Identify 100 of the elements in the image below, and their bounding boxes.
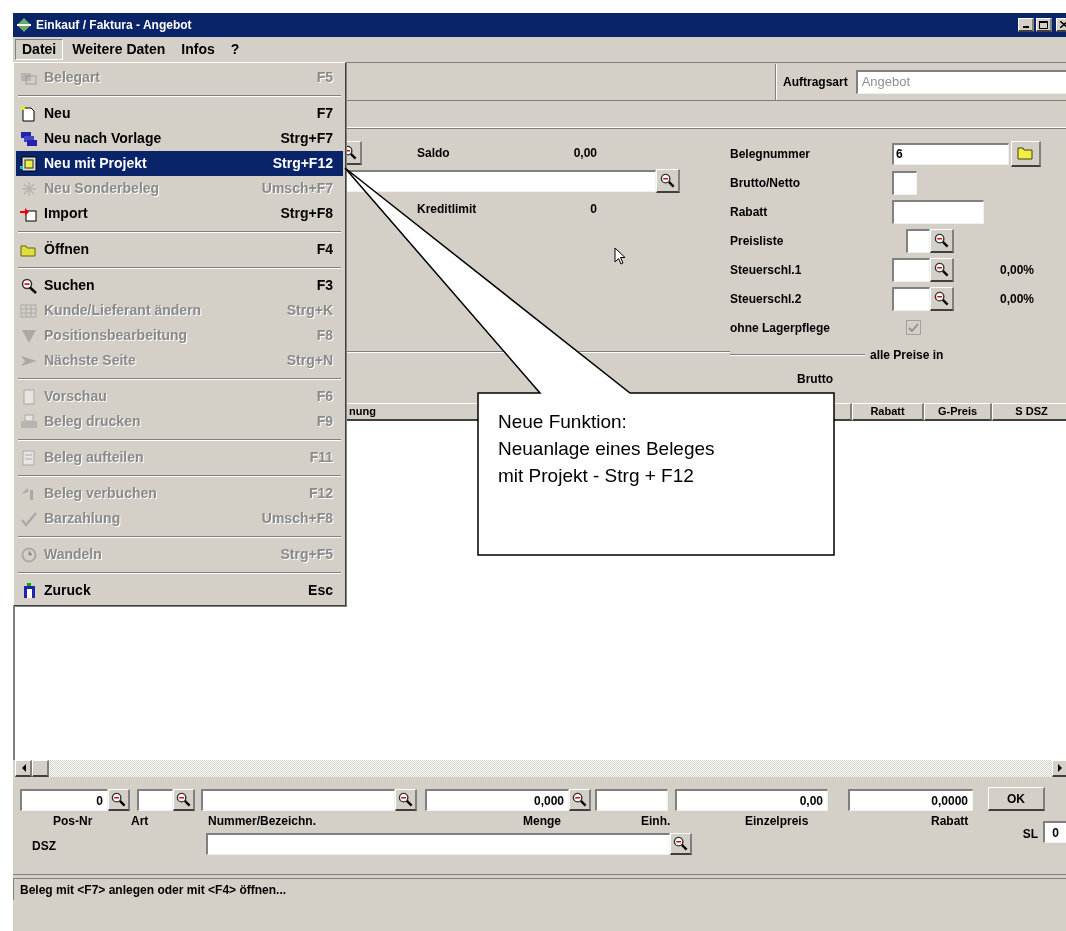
input-field[interactable] — [906, 228, 930, 253]
document-number-field[interactable]: 6 — [892, 142, 1009, 165]
maximize-button[interactable] — [1036, 18, 1052, 32]
column-label: Einh. — [641, 813, 672, 830]
input-field[interactable] — [892, 286, 930, 311]
input-field[interactable] — [137, 789, 173, 811]
search-icon — [111, 792, 126, 807]
search-button[interactable] — [108, 789, 130, 811]
menu-item[interactable]: Neu F7 — [16, 101, 343, 126]
menu-bar-item[interactable]: Infos — [174, 39, 222, 60]
callout-text: Neue Funktion: Neuanlage eines Beleges mit Projekt - Strg + F12 — [498, 410, 715, 488]
left-arrow-icon — [20, 764, 26, 772]
menu-bar-item[interactable]: Weitere Daten — [65, 39, 173, 60]
folder-icon — [1016, 146, 1035, 160]
column-header[interactable]: G-Preis — [924, 403, 992, 421]
table-icon — [20, 302, 38, 319]
search-button[interactable] — [656, 169, 680, 193]
sl-field[interactable]: 0 — [1043, 821, 1066, 843]
open-folder-button[interactable] — [1011, 140, 1041, 167]
balance-value: 0,00 — [572, 145, 597, 162]
page-icon — [20, 388, 38, 405]
search-button[interactable] — [395, 789, 417, 811]
horizontal-scrollbar[interactable] — [15, 760, 1066, 777]
search-icon — [20, 277, 38, 294]
search-icon — [660, 173, 675, 188]
search-icon — [934, 232, 949, 248]
search-button[interactable] — [670, 833, 692, 855]
right-arrow-icon — [1057, 764, 1063, 772]
input-field[interactable] — [206, 833, 670, 855]
search-button[interactable] — [173, 789, 195, 811]
discount-field[interactable]: 0,0000 — [848, 789, 973, 811]
prices-in-label: alle Preise in — [870, 347, 944, 364]
menu-item[interactable]: Neu mit Projekt Strg+F12 — [16, 151, 343, 176]
sparkle-icon — [20, 180, 38, 197]
mouse-pointer-icon — [614, 247, 626, 265]
percent-sign: % — [1023, 290, 1035, 308]
scroll-thumb[interactable] — [32, 760, 49, 777]
field-label: Brutto/Netto — [730, 174, 801, 192]
scroll-right-button[interactable] — [1052, 760, 1066, 777]
minimize-button[interactable] — [1018, 18, 1034, 32]
column-label: Rabatt — [931, 813, 969, 830]
column-header[interactable]: Rabatt — [852, 403, 924, 421]
search-icon — [398, 792, 413, 807]
menu-bar-item[interactable]: ? — [223, 39, 247, 60]
printer-icon — [20, 413, 38, 430]
search-button[interactable] — [930, 228, 954, 253]
dsz-label: DSZ — [32, 838, 57, 855]
window-title: Einkauf / Faktura - Angebot — [36, 17, 193, 34]
ok-button[interactable]: OK — [988, 787, 1045, 811]
input-field[interactable] — [201, 789, 395, 811]
column-label: Nummer/Bezeichn. — [208, 813, 318, 830]
field-label: Saldo — [417, 145, 451, 162]
column-label: Art — [131, 813, 150, 830]
price-mode-label: Brutto — [797, 371, 833, 388]
menu-bar-item[interactable]: Datei — [15, 39, 64, 60]
clock-icon — [20, 546, 38, 563]
import-icon — [20, 205, 38, 222]
field-label: Rabatt — [730, 203, 769, 221]
column-label: Einzelpreis — [745, 813, 810, 830]
scroll-left-button[interactable] — [15, 760, 32, 777]
tax-rate-value: 0,00 — [1000, 290, 1024, 308]
checkbox[interactable] — [906, 320, 921, 335]
check-icon — [908, 322, 919, 333]
field-label: Steuerschl.1 — [730, 261, 803, 279]
search-icon — [673, 836, 688, 851]
search-icon — [572, 792, 587, 807]
menu-item[interactable]: Öffnen F4 — [16, 237, 343, 262]
search-icon — [934, 261, 949, 277]
search-icon — [934, 290, 949, 306]
check-icon — [20, 510, 38, 527]
maximize-icon — [1039, 20, 1048, 29]
status-bar: Beleg mit <F7> anlegen oder mit <F4> öffnen... — [13, 878, 1066, 900]
project-document-icon — [20, 155, 38, 172]
column-header[interactable]: S DSZ — [992, 403, 1066, 421]
close-icon — [1059, 21, 1066, 28]
field-label: Auftragsart — [783, 73, 848, 91]
input-field[interactable] — [595, 789, 668, 811]
windows-icon — [20, 130, 38, 147]
search-button[interactable] — [930, 257, 954, 282]
menu-item[interactable]: Zuruck Esc — [16, 578, 343, 603]
menu-item[interactable]: Suchen F3 — [16, 273, 343, 298]
position-number-field[interactable]: 0 — [20, 789, 108, 811]
search-button[interactable] — [930, 286, 954, 311]
field-label: Preisliste — [730, 232, 785, 250]
field-label: Belegnummer — [730, 145, 812, 163]
input-field[interactable] — [892, 199, 984, 224]
input-field[interactable] — [892, 170, 917, 195]
search-button[interactable] — [569, 789, 591, 811]
field-label: Steuerschl.2 — [730, 290, 803, 308]
sl-label: SL — [1022, 826, 1038, 843]
input-field[interactable] — [892, 257, 930, 282]
tax-rate-value: 0,00 — [1000, 261, 1024, 279]
search-icon — [176, 792, 191, 807]
new-document-icon — [20, 105, 38, 122]
menu-item[interactable]: Neu nach Vorlage Strg+F7 — [16, 126, 343, 151]
unit-price-field[interactable]: 0,00 — [675, 789, 828, 811]
quantity-field[interactable]: 0,000 — [425, 789, 569, 811]
credit-limit-value: 0 — [589, 201, 597, 218]
column-label: Menge — [523, 813, 562, 830]
menu-item[interactable]: Import Strg+F8 — [16, 201, 343, 226]
